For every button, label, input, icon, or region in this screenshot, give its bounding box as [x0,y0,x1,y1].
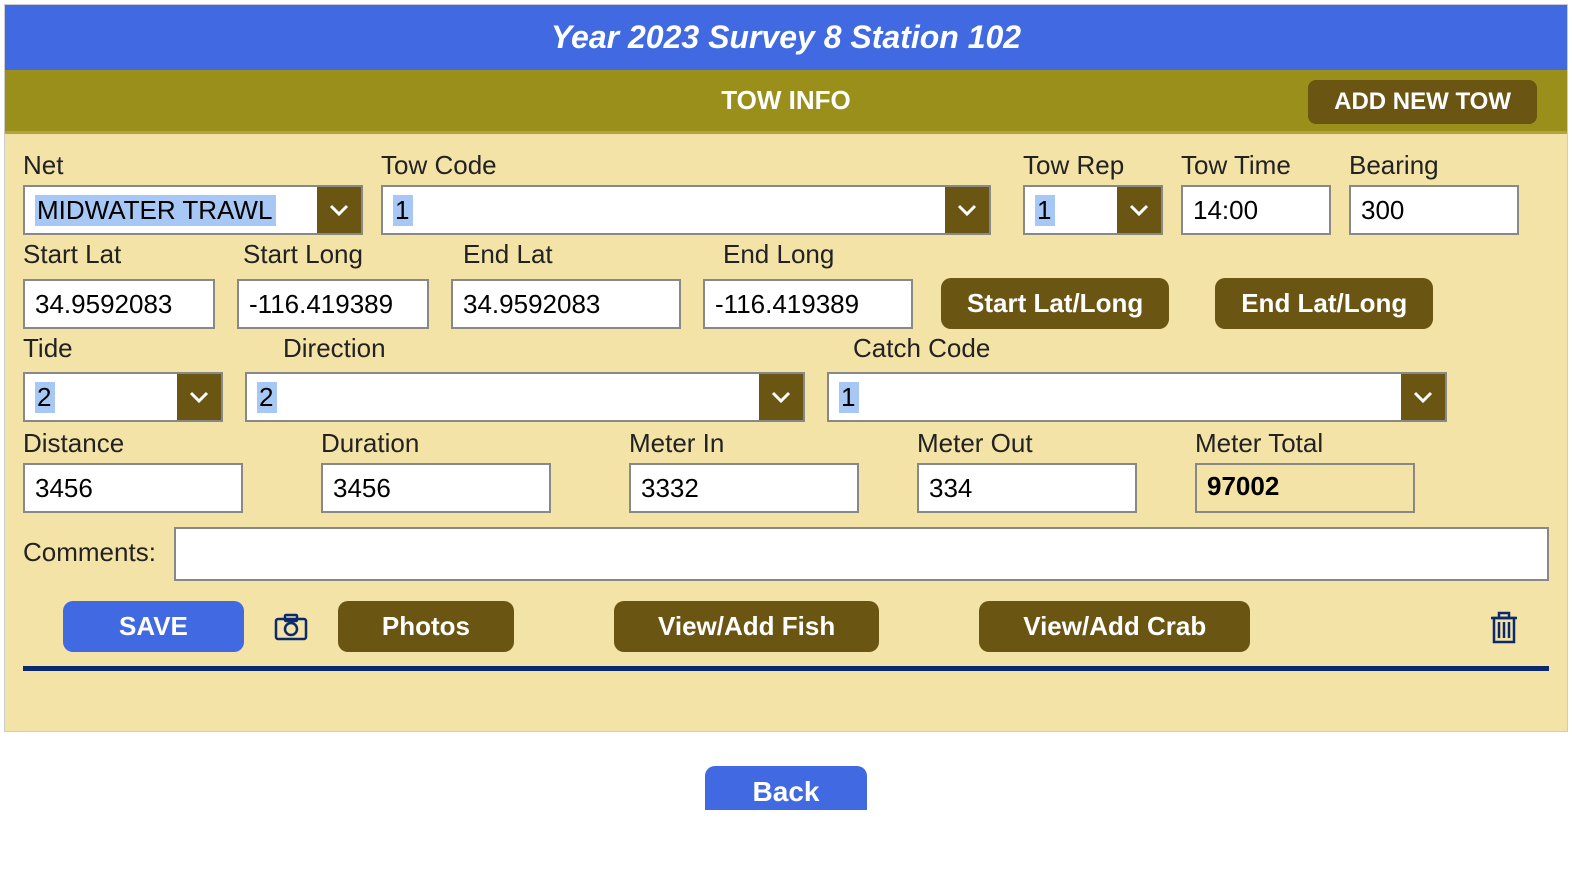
photos-button[interactable]: Photos [338,601,514,652]
duration-input[interactable] [321,463,551,513]
tow-time-input[interactable] [1181,185,1331,235]
start-long-input[interactable] [237,279,429,329]
bearing-label: Bearing [1349,150,1519,181]
chevron-down-icon[interactable] [317,187,361,233]
section-header: TOW INFO ADD NEW TOW [5,70,1567,134]
comments-input[interactable] [174,527,1549,581]
start-latlong-button[interactable]: Start Lat/Long [941,278,1169,329]
trash-icon[interactable] [1489,610,1519,644]
meter-total-label: Meter Total [1195,428,1425,459]
view-add-fish-button[interactable]: View/Add Fish [614,601,879,652]
catch-code-label: Catch Code [853,333,990,364]
tide-value: 2 [35,382,55,413]
start-lat-input[interactable] [23,279,215,329]
end-lat-input[interactable] [451,279,681,329]
net-label: Net [23,150,363,181]
tow-code-value: 1 [393,195,413,226]
start-long-label: Start Long [243,239,463,270]
direction-select[interactable]: 2 [245,372,805,422]
tow-rep-select[interactable]: 1 [1023,185,1163,235]
camera-icon[interactable] [274,613,308,641]
tow-rep-label: Tow Rep [1023,150,1163,181]
page-title: Year 2023 Survey 8 Station 102 [5,5,1567,70]
chevron-down-icon[interactable] [177,374,221,420]
meter-out-input[interactable] [917,463,1137,513]
tide-select[interactable]: 2 [23,372,223,422]
section-title: TOW INFO [721,85,851,116]
net-select[interactable]: MIDWATER TRAWL [23,185,363,235]
footer: Back [0,736,1572,810]
catch-code-value: 1 [839,382,859,413]
save-button[interactable]: SAVE [63,601,244,652]
meter-out-label: Meter Out [917,428,1177,459]
chevron-down-icon[interactable] [945,187,989,233]
form-area: Net MIDWATER TRAWL Tow Code 1 [5,134,1567,731]
duration-label: Duration [321,428,611,459]
end-latlong-button[interactable]: End Lat/Long [1215,278,1433,329]
add-new-tow-button[interactable]: ADD NEW TOW [1308,80,1537,124]
bearing-input[interactable] [1349,185,1519,235]
end-long-input[interactable] [703,279,913,329]
meter-in-label: Meter In [629,428,899,459]
distance-input[interactable] [23,463,243,513]
comments-label: Comments: [23,537,156,568]
tow-code-select[interactable]: 1 [381,185,991,235]
direction-label: Direction [283,333,853,364]
start-lat-label: Start Lat [23,239,243,270]
distance-label: Distance [23,428,263,459]
chevron-down-icon[interactable] [1117,187,1161,233]
end-long-label: End Long [723,239,943,270]
catch-code-select[interactable]: 1 [827,372,1447,422]
meter-total-value: 97002 [1195,463,1415,513]
tow-rep-value: 1 [1035,195,1055,226]
direction-value: 2 [257,382,277,413]
chevron-down-icon[interactable] [759,374,803,420]
tide-label: Tide [23,333,283,364]
end-lat-label: End Lat [463,239,723,270]
chevron-down-icon[interactable] [1401,374,1445,420]
tow-code-label: Tow Code [381,150,991,181]
view-add-crab-button[interactable]: View/Add Crab [979,601,1250,652]
back-button[interactable]: Back [705,766,868,810]
tow-time-label: Tow Time [1181,150,1331,181]
meter-in-input[interactable] [629,463,859,513]
net-value: MIDWATER TRAWL [35,195,276,226]
